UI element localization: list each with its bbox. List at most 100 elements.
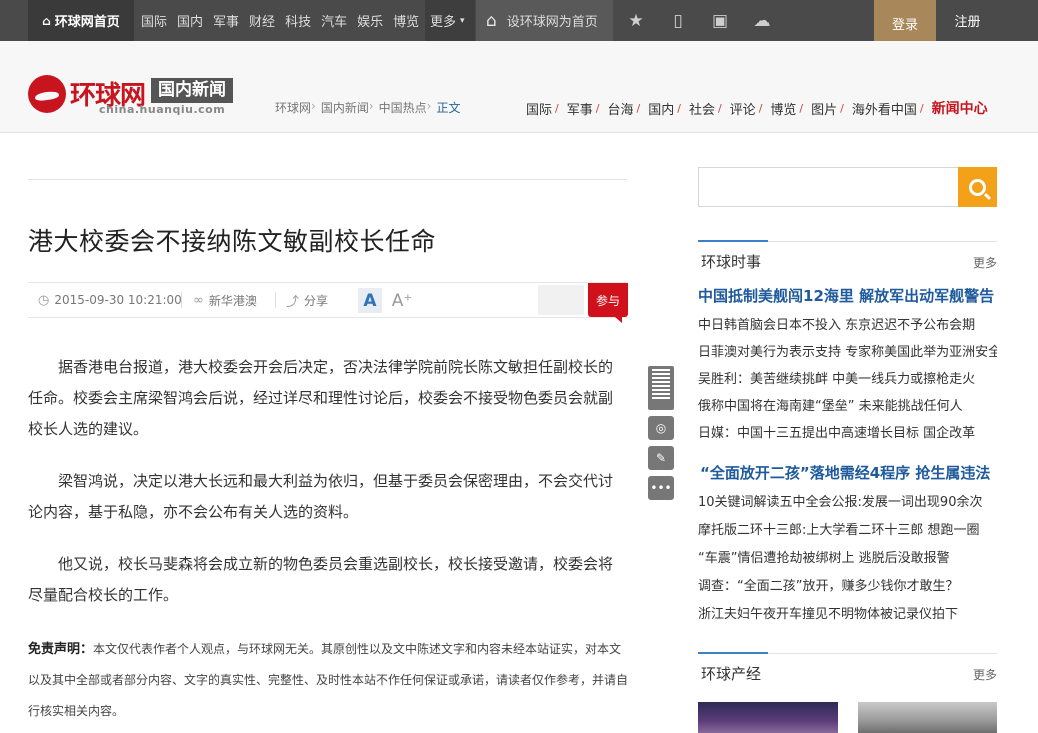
top-nav: 国际 国内 军事 财经 科技 汽车 娱乐 博览 bbox=[141, 0, 419, 41]
top-bar: ⌂ 环球网首页 国际 国内 军事 财经 科技 汽车 娱乐 博览 更多 ▾ ⌂ 设… bbox=[0, 0, 1038, 46]
channel-nav-item[interactable]: 图片 bbox=[811, 99, 837, 118]
star-icon[interactable]: ★ bbox=[615, 0, 657, 41]
section-header-industry: 环球产经 更多 bbox=[698, 652, 997, 693]
news-thumbnail[interactable] bbox=[698, 702, 838, 733]
top-nav-item[interactable]: 科技 bbox=[285, 11, 311, 30]
news-link[interactable]: 俄称中国将在海南建“堡垒” 未来能挑战任何人 bbox=[698, 393, 997, 420]
divider bbox=[28, 179, 627, 180]
channel-nav-item[interactable]: 军事 bbox=[567, 99, 593, 118]
news-link[interactable]: 中日韩首脑会日本不投入 东京迟迟不予公布会期 bbox=[698, 312, 997, 339]
channel-nav: 国际 / 军事 / 台海 / 国内 / 社会 / 评论 / 博览 / 图片 / 海外看中国 / 新… bbox=[526, 98, 988, 118]
article-title: 港大校委会不接纳陈文敏副校长任命 bbox=[28, 227, 437, 256]
publish-time: ◷ 2015-09-30 10:21:00 bbox=[38, 283, 182, 317]
chevron-down-icon: ▾ bbox=[460, 15, 465, 26]
home-link[interactable]: ⌂ 环球网首页 bbox=[28, 0, 134, 41]
news-thumbnail[interactable] bbox=[858, 702, 997, 733]
register-button[interactable]: 注册 bbox=[940, 0, 995, 41]
article-source-text: 新华港澳 bbox=[208, 293, 257, 308]
qr-code-icon bbox=[652, 369, 670, 399]
section-accent-bar bbox=[698, 240, 768, 242]
section-accent-bar bbox=[698, 652, 768, 654]
headline-link[interactable]: “全面放开二孩”落地需经4程序 抢生属违法 bbox=[698, 458, 997, 488]
channel-name: 国内新闻 bbox=[151, 78, 233, 103]
more-share-button[interactable]: ••• bbox=[648, 476, 674, 500]
news-list-hot: “全面放开二孩”落地需经4程序 抢生属违法 10关键词解读五中全会公报:发展一词… bbox=[698, 458, 997, 628]
section-header-world-affairs: 环球时事 更多 bbox=[698, 240, 997, 271]
more-dropdown[interactable]: 更多 ▾ bbox=[425, 0, 475, 41]
globe-logo-icon bbox=[28, 75, 66, 113]
publish-time-text: 2015-09-30 10:21:00 bbox=[54, 293, 182, 307]
login-button[interactable]: 登录 bbox=[874, 0, 936, 46]
breadcrumb-current: 正文 bbox=[436, 101, 461, 115]
article-paragraph: 梁智鸿说，决定以港大长远和最大利益为依归，但基于委员会保密理由，不会交代讨论内容… bbox=[28, 472, 614, 521]
home-icon: ⌂ bbox=[42, 13, 51, 28]
set-homepage-button[interactable]: ⌂ 设环球网为首页 bbox=[476, 0, 613, 41]
breadcrumb-item[interactable]: 国内新闻 bbox=[321, 99, 369, 116]
tablet-icon[interactable]: ▣ bbox=[699, 0, 741, 41]
section-more-link[interactable]: 更多 bbox=[973, 254, 997, 271]
share-icon: ⤴ bbox=[286, 294, 300, 310]
home-label: 环球网首页 bbox=[54, 15, 120, 30]
channel-nav-item[interactable]: 海外看中国 bbox=[852, 99, 917, 118]
headline-link[interactable]: 中国抵制美舰闯12海里 解放军出动军舰警告 bbox=[698, 281, 997, 311]
disclaimer-text: 本文仅代表作者个人观点，与环球网无关。其原创性以及文中陈述文字和内容未经本站证实… bbox=[28, 642, 629, 718]
top-nav-item[interactable]: 娱乐 bbox=[357, 11, 383, 30]
news-link[interactable]: 吴胜利：美苦继续挑衅 中美一线兵力或擦枪走火 bbox=[698, 366, 997, 393]
join-discussion-button[interactable]: 参与 bbox=[588, 283, 628, 323]
top-nav-item[interactable]: 国内 bbox=[177, 11, 203, 30]
more-label: 更多 bbox=[430, 15, 457, 30]
comment-count-box bbox=[538, 285, 584, 315]
divider bbox=[275, 292, 276, 308]
breadcrumb-separator: › bbox=[426, 99, 432, 113]
disclaimer-label: 免责声明： bbox=[28, 642, 94, 657]
news-center-link[interactable]: 新闻中心 bbox=[932, 98, 988, 118]
news-link[interactable]: 日菲澳对美行为表示支持 专家称美国此举为亚洲安全 bbox=[698, 339, 997, 366]
news-link[interactable]: 浙江夫妇午夜开车撞见不明物体被记录仪拍下 bbox=[698, 601, 997, 628]
article-meta-bar: ◷ 2015-09-30 10:21:00 ∞ 新华港澳 ⤴ 分享 A A⁺ 参… bbox=[28, 282, 628, 323]
channel-nav-item[interactable]: 国际 bbox=[526, 99, 552, 118]
link-icon: ∞ bbox=[193, 292, 204, 308]
breadcrumb-item[interactable]: 环球网 bbox=[275, 99, 311, 116]
clock-icon: ◷ bbox=[38, 292, 50, 308]
share-label: 分享 bbox=[304, 293, 329, 308]
site-logo[interactable]: 环球网 国内新闻 china.huanqiu.com bbox=[28, 75, 258, 119]
news-link[interactable]: 日媒：中国十三五提出中高速增长目标 国企改革 bbox=[698, 420, 997, 447]
font-size-decrease-button[interactable]: A bbox=[358, 288, 382, 313]
channel-nav-item[interactable]: 博览 bbox=[770, 99, 796, 118]
wechat-icon[interactable]: ☁ bbox=[741, 0, 783, 41]
tencent-share-button[interactable]: ✎ bbox=[648, 446, 674, 470]
news-link[interactable]: 调查：“全面二孩”放开，赚多少钱你才敢生？ bbox=[698, 573, 997, 600]
top-nav-item[interactable]: 军事 bbox=[213, 11, 239, 30]
search-input[interactable] bbox=[699, 168, 959, 206]
breadcrumb-item[interactable]: 中国热点 bbox=[379, 99, 427, 116]
top-nav-item[interactable]: 国际 bbox=[141, 11, 167, 30]
top-nav-item[interactable]: 博览 bbox=[393, 11, 419, 30]
channel-nav-item[interactable]: 评论 bbox=[730, 99, 756, 118]
news-link[interactable]: “车震”情侣遭抢劫被绑树上 逃脱后没敢报警 bbox=[698, 545, 997, 572]
news-link[interactable]: 摩托版二环十三郎:上大学看二环十三郎 想跑一圈 bbox=[698, 517, 997, 544]
qr-code-button[interactable] bbox=[648, 366, 674, 410]
weibo-share-button[interactable]: ◎ bbox=[648, 416, 674, 440]
channel-nav-item[interactable]: 社会 bbox=[689, 99, 715, 118]
ellipsis-icon: ••• bbox=[650, 481, 672, 495]
article-paragraph: 他又说，校长马斐森将会成立新的物色委员会重选副校长，校长接受邀请，校委会将尽量配… bbox=[28, 555, 614, 604]
search-button[interactable] bbox=[958, 167, 997, 207]
article-source: ∞ 新华港澳 bbox=[193, 283, 257, 317]
search-box bbox=[698, 167, 959, 207]
weibo-icon: ◎ bbox=[655, 421, 667, 435]
divider bbox=[181, 292, 182, 308]
channel-nav-item[interactable]: 台海 bbox=[607, 99, 633, 118]
mobile-icon[interactable]: ▯ bbox=[657, 0, 699, 41]
breadcrumb-separator: › bbox=[311, 99, 316, 113]
top-nav-item[interactable]: 汽车 bbox=[321, 11, 347, 30]
tencent-icon: ✎ bbox=[655, 451, 667, 465]
section-title: 环球时事 bbox=[701, 253, 762, 271]
channel-nav-item[interactable]: 国内 bbox=[648, 99, 674, 118]
share-button[interactable]: ⤴ 分享 bbox=[286, 283, 328, 317]
news-link[interactable]: 10关键词解读五中全会公报:发展一词出现90余次 bbox=[698, 489, 997, 516]
font-size-increase-button[interactable]: A⁺ bbox=[390, 288, 414, 313]
section-more-link[interactable]: 更多 bbox=[973, 666, 997, 683]
disclaimer: 免责声明：本文仅代表作者个人观点，与环球网无关。其原创性以及文中陈述文字和内容未… bbox=[28, 634, 628, 727]
article-body: 据香港电台报道，港大校委会开会后决定，否决法律学院前院长陈文敏担任副校长的任命。… bbox=[28, 352, 627, 632]
top-nav-item[interactable]: 财经 bbox=[249, 11, 275, 30]
